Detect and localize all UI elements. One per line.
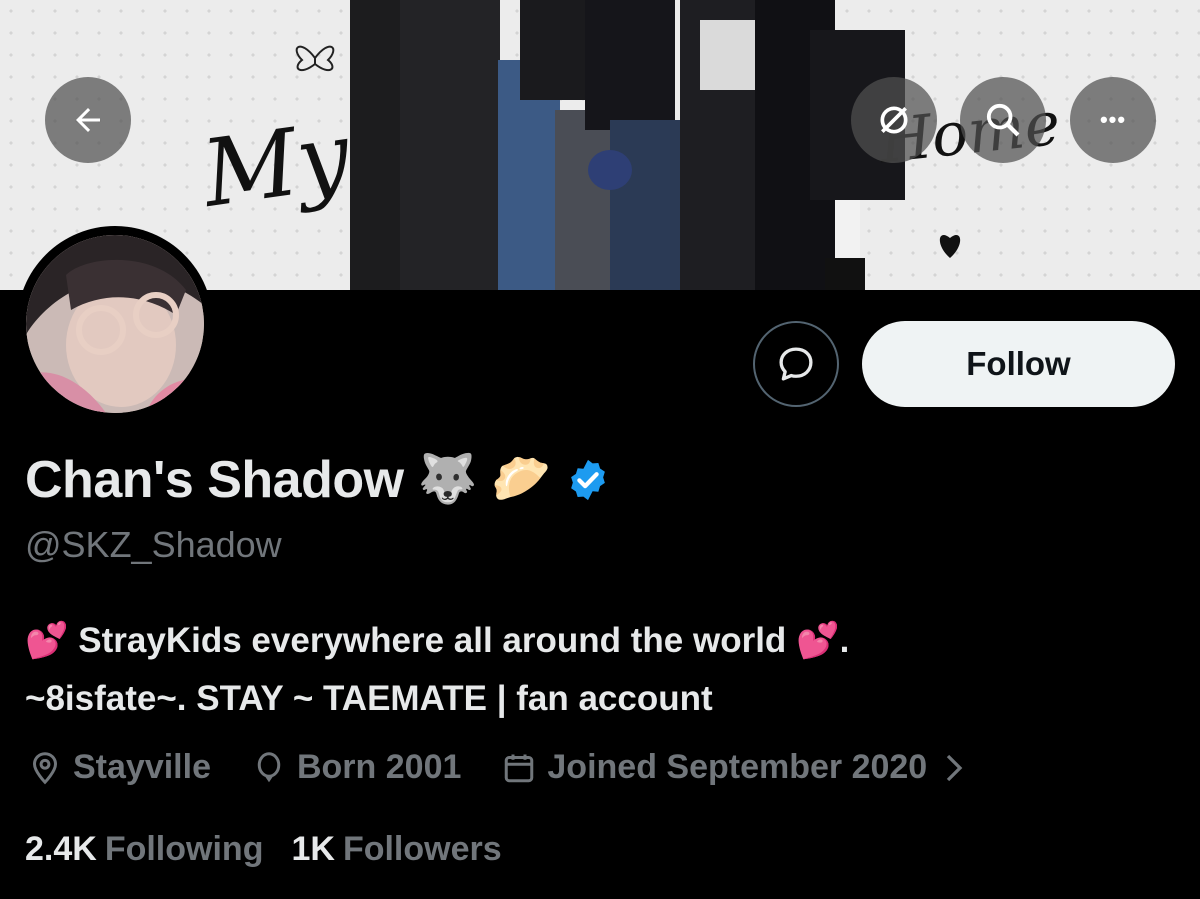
bio-line-2: ~8isfate~. STAY ~ TAEMATE | fan account (25, 679, 713, 718)
location-item: Stayville (27, 748, 211, 787)
profile-meta: Stayville Born 2001 Joined September 202… (27, 748, 975, 787)
avatar[interactable] (17, 226, 213, 422)
more-horizontal-icon: ••• (1099, 107, 1127, 132)
profile-banner[interactable]: My Home ••• (0, 0, 1200, 290)
display-name-row: Chan's Shadow 🐺 🥟 (25, 448, 611, 512)
following-stat[interactable]: 2.4K Following (25, 830, 263, 869)
sync-off-button[interactable] (851, 77, 937, 163)
username-handle: @SKZ_Shadow (25, 524, 282, 565)
balloon-icon (257, 751, 281, 782)
birth-item: Born 2001 (251, 748, 461, 787)
profile-bio: 💕 StrayKids everywhere all around the wo… (25, 612, 1175, 728)
arrow-left-icon (76, 108, 100, 132)
bio-line-1: 💕 StrayKids everywhere all around the wo… (25, 621, 850, 660)
dumpling-emoji-icon: 🥟 (491, 453, 552, 506)
message-button[interactable] (753, 321, 839, 407)
location-text: Stayville (73, 748, 211, 786)
search-button[interactable] (960, 77, 1046, 163)
verified-badge-icon[interactable] (565, 457, 611, 503)
back-button[interactable] (45, 77, 131, 163)
display-name: Chan's Shadow (25, 451, 404, 509)
wolf-emoji-icon: 🐺 (417, 453, 478, 506)
sync-off-icon (880, 106, 908, 134)
joined-item[interactable]: Joined September 2020 (501, 748, 975, 787)
followers-count: 1K (291, 830, 335, 868)
message-icon (779, 347, 813, 381)
followers-stat[interactable]: 1K Followers (291, 830, 501, 869)
more-options-button[interactable]: ••• (1070, 77, 1156, 163)
svg-text:My: My (194, 101, 357, 228)
chevron-right-icon[interactable] (943, 753, 965, 783)
avatar-image (26, 235, 204, 413)
location-pin-icon (32, 751, 58, 784)
joined-text: Joined September 2020 (547, 748, 928, 786)
follow-button[interactable]: Follow (862, 321, 1175, 407)
birth-text: Born 2001 (296, 748, 462, 786)
search-icon (986, 103, 1020, 137)
follow-stats: 2.4K Following 1K Followers (25, 830, 530, 869)
following-label: Following (104, 830, 264, 868)
following-count: 2.4K (25, 830, 97, 868)
followers-label: Followers (342, 830, 502, 868)
calendar-icon (505, 754, 534, 782)
